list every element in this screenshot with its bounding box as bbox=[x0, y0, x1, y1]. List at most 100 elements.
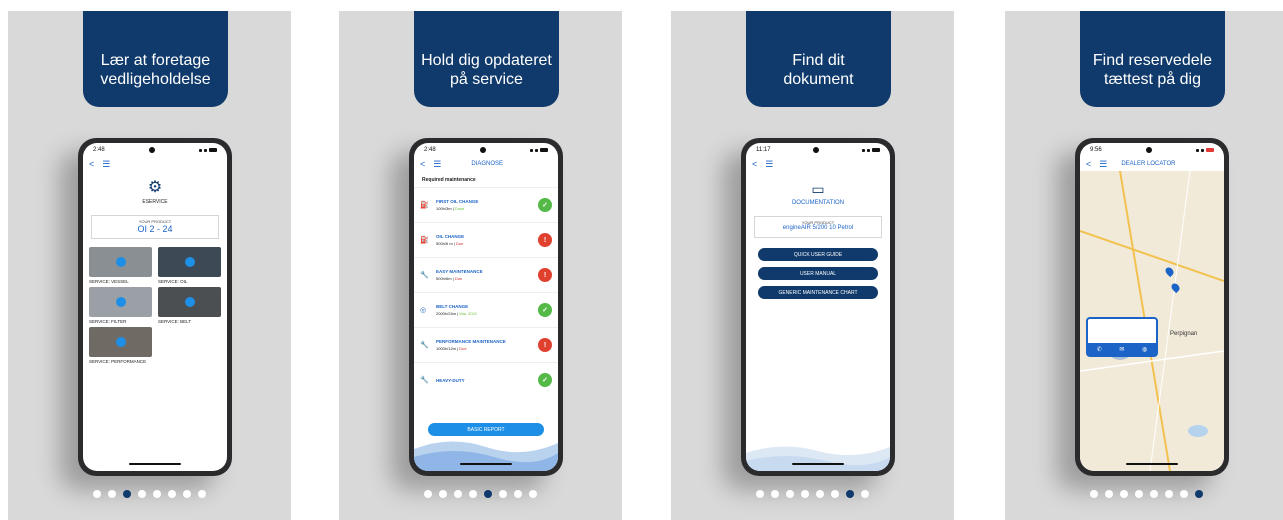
maintenance-status: Mar. 2021 bbox=[459, 311, 478, 316]
quick-user-guide-button[interactable]: QUICK USER GUIDE bbox=[758, 248, 878, 261]
phone-frame: 11:17 < ☰ ▭ DOCUMENTATION YOUR PRODUCT e… bbox=[741, 138, 895, 476]
pager-dots bbox=[339, 490, 622, 498]
pager-dot[interactable] bbox=[831, 490, 839, 498]
maintenance-status: Due bbox=[455, 241, 464, 246]
pager-dot[interactable] bbox=[846, 490, 854, 498]
camera-icon bbox=[813, 147, 820, 153]
user-manual-button[interactable]: USER MANUAL bbox=[758, 267, 878, 280]
pager-dot[interactable] bbox=[861, 490, 869, 498]
pager-dot[interactable] bbox=[168, 490, 176, 498]
phone-screen: 2:48 < ☰ DIAGNOSE Required maintenance ⛽… bbox=[414, 143, 558, 471]
wrench-icon: ⚙ bbox=[147, 179, 163, 196]
panel-eservice: Lær at foretage vedligeholdelse 2:48 < ☰… bbox=[8, 11, 291, 520]
back-icon[interactable]: < bbox=[1086, 159, 1091, 169]
maintenance-interval: 500h/6m | Due bbox=[436, 276, 463, 281]
video-item[interactable]: SERVICE: PERFORMANCE bbox=[89, 327, 152, 364]
pager-dot[interactable] bbox=[424, 490, 432, 498]
pager-dot[interactable] bbox=[153, 490, 161, 498]
map-view[interactable]: Perpignan ✆ ✉ ◍ bbox=[1080, 171, 1224, 471]
camera-icon bbox=[148, 147, 155, 153]
pager-dot[interactable] bbox=[1195, 490, 1203, 498]
generic-maintenance-chart-button[interactable]: GENERIC MAINTENANCE CHART bbox=[758, 286, 878, 299]
maintenance-icon: ◎ bbox=[420, 307, 427, 314]
mail-icon[interactable]: ✉ bbox=[1119, 346, 1124, 353]
menu-icon[interactable]: ☰ bbox=[102, 159, 110, 170]
phone-frame: 2:48 < ☰ DIAGNOSE Required maintenance ⛽… bbox=[409, 138, 563, 476]
maintenance-text: PERFORMANCE MAINTENANCE 1000h/12m | Due bbox=[436, 339, 538, 351]
panel-title: Hold dig opdateret på service bbox=[414, 11, 559, 107]
nav-bar: < ☰ bbox=[83, 157, 227, 171]
status-icons bbox=[530, 148, 548, 152]
phone-frame: 9:56 < ☰ DEALER LOCATOR Perpignan ✆ ✉ ◍ bbox=[1075, 138, 1229, 476]
pager-dot[interactable] bbox=[1120, 490, 1128, 498]
play-icon[interactable] bbox=[115, 297, 126, 307]
pager-dot[interactable] bbox=[786, 490, 794, 498]
phone-screen: 2:48 < ☰ ⚙ ESERVICE YOUR PRODUCT OI 2 - … bbox=[83, 143, 227, 471]
status-time: 2:48 bbox=[424, 147, 436, 153]
phone-frame: 2:48 < ☰ ⚙ ESERVICE YOUR PRODUCT OI 2 - … bbox=[78, 138, 232, 476]
pager-dot[interactable] bbox=[1165, 490, 1173, 498]
pager-dot[interactable] bbox=[138, 490, 146, 498]
play-icon[interactable] bbox=[184, 257, 195, 267]
pager-dot[interactable] bbox=[1090, 490, 1098, 498]
maintenance-row[interactable]: ◎ BELT CHANGE 2000h/24m | Mar. 2021 ✓ bbox=[414, 292, 558, 327]
pager-dot[interactable] bbox=[529, 490, 537, 498]
maintenance-row[interactable]: ⛽ FIRST OIL CHANGE 100h/3m | Done ✓ bbox=[414, 187, 558, 222]
panel-title: Find reservedele tættest på dig bbox=[1080, 11, 1225, 107]
play-icon[interactable] bbox=[184, 297, 195, 307]
maintenance-name: HEAVY-DUTY bbox=[436, 377, 465, 383]
title-line-2: dokument bbox=[783, 71, 854, 88]
maintenance-row[interactable]: 🔧 EASY MAINTENANCE 500h/6m | Due! bbox=[414, 257, 558, 292]
pager-dot[interactable] bbox=[123, 490, 131, 498]
popup-actions: ✆ ✉ ◍ bbox=[1088, 343, 1156, 355]
back-icon[interactable]: < bbox=[420, 159, 425, 169]
pager-dot[interactable] bbox=[514, 490, 522, 498]
pager-dot[interactable] bbox=[756, 490, 764, 498]
status-bar: 2:48 bbox=[83, 143, 227, 157]
pager-dot[interactable] bbox=[454, 490, 462, 498]
pager-dot[interactable] bbox=[198, 490, 206, 498]
home-indicator bbox=[460, 463, 512, 465]
screen-title: ESERVICE bbox=[142, 199, 168, 205]
dealer-popup[interactable]: ✆ ✉ ◍ bbox=[1086, 317, 1158, 357]
maintenance-row[interactable]: 🔧 HEAVY-DUTY ✓ bbox=[414, 362, 558, 397]
warning-icon: ! bbox=[538, 338, 552, 352]
pager-dot[interactable] bbox=[1105, 490, 1113, 498]
wave-decoration bbox=[746, 446, 890, 471]
menu-icon[interactable]: ☰ bbox=[765, 159, 773, 170]
video-item[interactable]: SERVICE: VESSEL bbox=[89, 247, 152, 284]
back-icon[interactable]: < bbox=[752, 159, 757, 169]
pager-dot[interactable] bbox=[771, 490, 779, 498]
maintenance-text: EASY MAINTENANCE 500h/6m | Due bbox=[436, 269, 538, 281]
pager-dot[interactable] bbox=[816, 490, 824, 498]
panel-title: Lær at foretage vedligeholdelse bbox=[83, 11, 228, 107]
pager-dot[interactable] bbox=[469, 490, 477, 498]
pager-dot[interactable] bbox=[108, 490, 116, 498]
video-item[interactable]: SERVICE: FILTER bbox=[89, 287, 152, 324]
video-item[interactable]: SERVICE: BELT bbox=[158, 287, 221, 324]
product-box: YOUR PRODUCT engineAIR 5/200 10 Petrol bbox=[754, 216, 882, 238]
pager-dot[interactable] bbox=[439, 490, 447, 498]
pager-dot[interactable] bbox=[1150, 490, 1158, 498]
status-icons bbox=[861, 148, 880, 152]
back-icon[interactable]: < bbox=[89, 159, 94, 169]
warning-icon: ! bbox=[538, 268, 552, 282]
maintenance-name: PERFORMANCE MAINTENANCE bbox=[436, 339, 506, 344]
menu-icon[interactable]: ☰ bbox=[433, 159, 441, 170]
pager-dot[interactable] bbox=[499, 490, 507, 498]
camera-icon bbox=[479, 147, 486, 153]
menu-icon[interactable]: ☰ bbox=[1099, 159, 1107, 170]
pager-dot[interactable] bbox=[93, 490, 101, 498]
maintenance-row[interactable]: ⛽ OIL CHANGE 500h/6 m | Due! bbox=[414, 222, 558, 257]
pager-dot[interactable] bbox=[1135, 490, 1143, 498]
play-icon[interactable] bbox=[115, 257, 126, 267]
maintenance-row[interactable]: 🔧 PERFORMANCE MAINTENANCE 1000h/12m | Due! bbox=[414, 327, 558, 362]
pager-dot[interactable] bbox=[1180, 490, 1188, 498]
pager-dot[interactable] bbox=[801, 490, 809, 498]
phone-icon[interactable]: ✆ bbox=[1097, 346, 1102, 353]
pager-dot[interactable] bbox=[484, 490, 492, 498]
globe-icon[interactable]: ◍ bbox=[1142, 346, 1147, 353]
play-icon[interactable] bbox=[115, 337, 126, 347]
pager-dot[interactable] bbox=[183, 490, 191, 498]
video-item[interactable]: SERVICE: OIL bbox=[158, 247, 221, 284]
